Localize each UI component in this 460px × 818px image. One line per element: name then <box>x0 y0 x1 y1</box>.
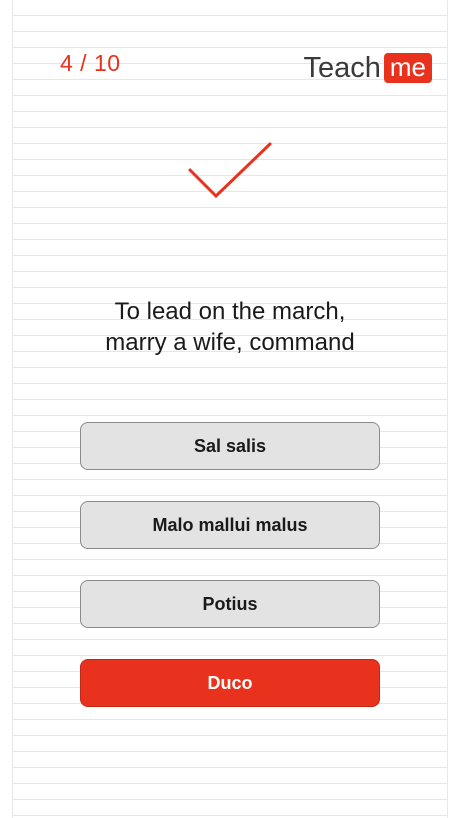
app-logo: Teach me <box>303 51 432 85</box>
question-prompt: To lead on the march, marry a wife, comm… <box>40 296 420 358</box>
answer-option-2[interactable]: Malo mallui malus <box>80 501 380 549</box>
answer-option-1[interactable]: Sal salis <box>80 422 380 470</box>
question-line-2: marry a wife, command <box>105 329 355 356</box>
logo-wordmark: Teach <box>303 52 381 84</box>
progress-counter: 4 / 10 <box>60 50 121 76</box>
question-line-1: To lead on the march, <box>114 298 346 325</box>
answer-option-4-correct[interactable]: Duco <box>80 659 380 707</box>
answer-option-3[interactable]: Potius <box>80 580 380 628</box>
checkmark-icon <box>188 142 272 199</box>
answer-options: Sal salis Malo mallui malus Potius Duco <box>80 422 380 738</box>
logo-badge: me <box>383 53 432 83</box>
